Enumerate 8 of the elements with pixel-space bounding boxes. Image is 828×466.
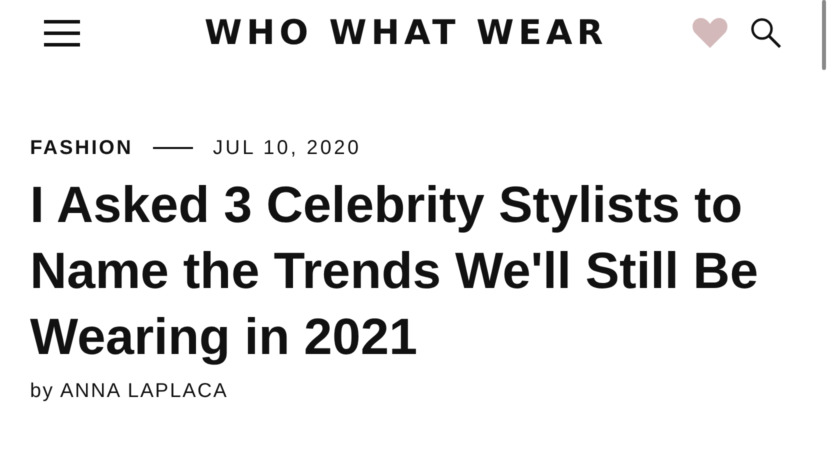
- date-text: JUL 10, 2020: [212, 136, 362, 160]
- category-label[interactable]: FASHION: [30, 136, 133, 160]
- byline-text: by ANNA LAPLACA: [30, 380, 230, 403]
- site-logo[interactable]: WHO WHAT WEAR: [120, 13, 692, 53]
- article-title: I Asked 3 Celebrity Stylists to Name the Trends We'll Still Be Wearing in 2021: [30, 175, 760, 367]
- search-icon[interactable]: [750, 17, 782, 49]
- scrollbar[interactable]: [822, 0, 826, 70]
- menu-icon[interactable]: [44, 18, 80, 48]
